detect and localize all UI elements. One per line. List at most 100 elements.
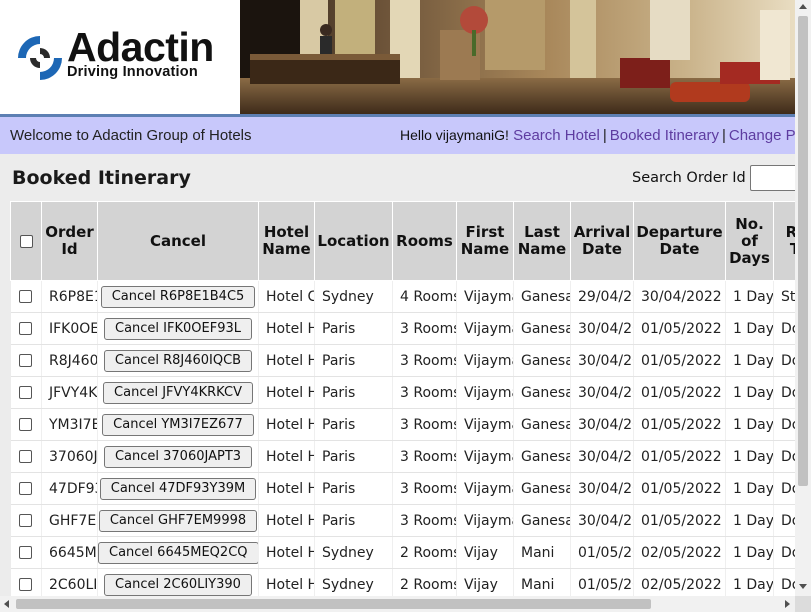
cancel-order-button[interactable]: Cancel GHF7EM9998 <box>98 509 258 532</box>
arrival-date-cell: 30/04/2022 <box>570 440 634 473</box>
hotel-name-cell: Hotel Hervey <box>258 504 315 537</box>
cancel-order-button[interactable]: Cancel R6P8E1B4C5 <box>100 285 256 308</box>
row-select-checkbox[interactable] <box>19 514 33 527</box>
departure-date-cell: 02/05/2022 <box>633 568 726 596</box>
no-of-days-cell: 1 Days <box>725 504 774 537</box>
cancel-cell: Cancel IFK0OEF93L <box>97 312 259 345</box>
hotel-lobby-banner-image <box>240 0 795 114</box>
row-select-checkbox[interactable] <box>19 418 33 431</box>
row-select-checkbox[interactable] <box>19 354 33 367</box>
last-name-cell: Ganesan <box>513 344 571 377</box>
room-type-cell: Double <box>773 536 795 569</box>
hotel-name-cell: Hotel Hervey <box>258 312 315 345</box>
order-id-cell: 6645MEQ2CQ <box>41 536 98 569</box>
table-row: 6645MEQ2CQCancel 6645MEQ2CQHotel HerveyS… <box>10 536 795 569</box>
row-select-checkbox[interactable] <box>19 482 33 495</box>
table-row: JFVY4KRKCVCancel JFVY4KRKCVHotel HerveyP… <box>10 376 795 409</box>
select-all-checkbox[interactable] <box>19 234 33 248</box>
no-of-days-cell: 1 Days <box>725 344 774 377</box>
search-order-id-label: Search Order Id <box>632 170 746 186</box>
hotel-name-cell: Hotel Hervey <box>258 568 315 596</box>
row-select-cell <box>10 440 42 473</box>
column-header-room-type: Room Type <box>773 201 795 281</box>
horizontal-scrollbar[interactable] <box>0 596 795 612</box>
table-row: R8J460IQCBCancel R8J460IQCBHotel HerveyP… <box>10 344 795 377</box>
room-type-cell: Double <box>773 312 795 345</box>
first-name-cell: Vijay <box>456 568 514 596</box>
table-row: YM3I7EZ677Cancel YM3I7EZ677Hotel HerveyP… <box>10 408 795 441</box>
cancel-order-button[interactable]: Cancel 47DF93Y39M <box>99 477 257 500</box>
nav-change-password-link[interactable]: Change Password <box>729 127 795 144</box>
cancel-order-button[interactable]: Cancel 2C60LIY390 <box>104 573 252 596</box>
rooms-cell: 3 Rooms <box>392 376 457 409</box>
first-name-cell: Vijaymani <box>456 440 514 473</box>
location-cell: Sydney <box>314 568 393 596</box>
table-row: 47DF93Y39MCancel 47DF93Y39MHotel HerveyP… <box>10 472 795 505</box>
table-row: GHF7EM9998Cancel GHF7EM9998Hotel HerveyP… <box>10 504 795 537</box>
column-header-location: Location <box>314 201 393 281</box>
adactin-logo[interactable]: Adactin Driving Innovation <box>0 0 240 114</box>
row-select-checkbox[interactable] <box>19 386 33 399</box>
scroll-down-arrow-icon[interactable] <box>799 584 807 589</box>
site-header: Adactin Driving Innovation <box>0 0 795 114</box>
cancel-order-button[interactable]: Cancel JFVY4KRKCV <box>103 381 253 404</box>
room-type-cell: Double <box>773 472 795 505</box>
cancel-order-button[interactable]: Cancel YM3I7EZ677 <box>102 413 254 436</box>
no-of-days-cell: 1 Days <box>725 568 774 596</box>
scroll-up-arrow-icon[interactable] <box>799 4 807 9</box>
row-select-checkbox[interactable] <box>19 546 33 559</box>
first-name-cell: Vijaymani <box>456 280 514 313</box>
scroll-left-arrow-icon[interactable] <box>4 600 9 608</box>
last-name-cell: Ganesan <box>513 280 571 313</box>
adactin-swirl-icon <box>18 36 62 80</box>
hotel-name-cell: Hotel Hervey <box>258 472 315 505</box>
search-order-id-input[interactable] <box>750 165 795 191</box>
no-of-days-cell: 1 Days <box>725 376 774 409</box>
location-cell: Paris <box>314 472 393 505</box>
order-id-cell: IFK0OEF93L <box>41 312 98 345</box>
column-header-cancel: Cancel <box>97 201 259 281</box>
order-id-cell: JFVY4KRKCV <box>41 376 98 409</box>
hello-user-text: Hello vijaymaniG! <box>400 127 509 143</box>
room-type-cell: Double <box>773 376 795 409</box>
column-header-arrival-date: Arrival Date <box>570 201 634 281</box>
first-name-cell: Vijay <box>456 536 514 569</box>
column-header-first-name: First Name <box>456 201 514 281</box>
vertical-scrollbar[interactable] <box>795 0 811 596</box>
hotel-name-cell: Hotel Hervey <box>258 344 315 377</box>
order-id-cell: GHF7EM9998 <box>41 504 98 537</box>
rooms-cell: 4 Rooms <box>392 280 457 313</box>
cancel-order-button[interactable]: Cancel 37060JAPT3 <box>103 445 253 468</box>
itinerary-table-container: Order Id Cancel Hotel Name Location Room… <box>10 201 795 596</box>
hotel-name-cell: Hotel Hervey <box>258 408 315 441</box>
nav-booked-itinerary-link[interactable]: Booked Itinerary <box>610 127 719 144</box>
order-id-cell: 2C60LIY390 <box>41 568 98 596</box>
horizontal-scroll-thumb[interactable] <box>16 599 651 609</box>
nav-search-hotel-link[interactable]: Search Hotel <box>513 127 600 144</box>
cancel-order-button[interactable]: Cancel IFK0OEF93L <box>104 317 252 340</box>
table-row: 2C60LIY390 Cancel 2C60LIY390 Hotel HerveyS… <box>10 568 795 596</box>
arrival-date-cell: 30/04/2022 <box>570 504 634 537</box>
location-cell: Paris <box>314 376 393 409</box>
nav-separator: | <box>602 127 607 144</box>
arrival-date-cell: 30/04/2022 <box>570 408 634 441</box>
cancel-cell: Cancel YM3I7EZ677 <box>97 408 259 441</box>
last-name-cell: Mani <box>513 536 571 569</box>
cancel-cell: Cancel JFVY4KRKCV <box>97 376 259 409</box>
booked-itinerary-table: Order Id Cancel Hotel Name Location Room… <box>10 201 795 596</box>
arrival-date-cell: 30/04/2022 <box>570 376 634 409</box>
row-select-checkbox[interactable] <box>19 322 33 335</box>
row-select-checkbox[interactable] <box>19 290 33 303</box>
row-select-checkbox[interactable] <box>19 578 33 591</box>
room-type-cell: Double <box>773 440 795 473</box>
rooms-cell: 3 Rooms <box>392 440 457 473</box>
cancel-order-button[interactable]: Cancel 6645MEQ2CQ <box>98 541 258 564</box>
cancel-order-button[interactable]: Cancel R8J460IQCB <box>103 349 253 372</box>
scroll-right-arrow-icon[interactable] <box>785 600 790 608</box>
row-select-cell <box>10 568 42 596</box>
vertical-scroll-thumb[interactable] <box>798 16 808 486</box>
rooms-cell: 2 Rooms <box>392 536 457 569</box>
departure-date-cell: 01/05/2022 <box>633 344 726 377</box>
row-select-checkbox[interactable] <box>19 450 33 463</box>
column-header-rooms: Rooms <box>392 201 457 281</box>
